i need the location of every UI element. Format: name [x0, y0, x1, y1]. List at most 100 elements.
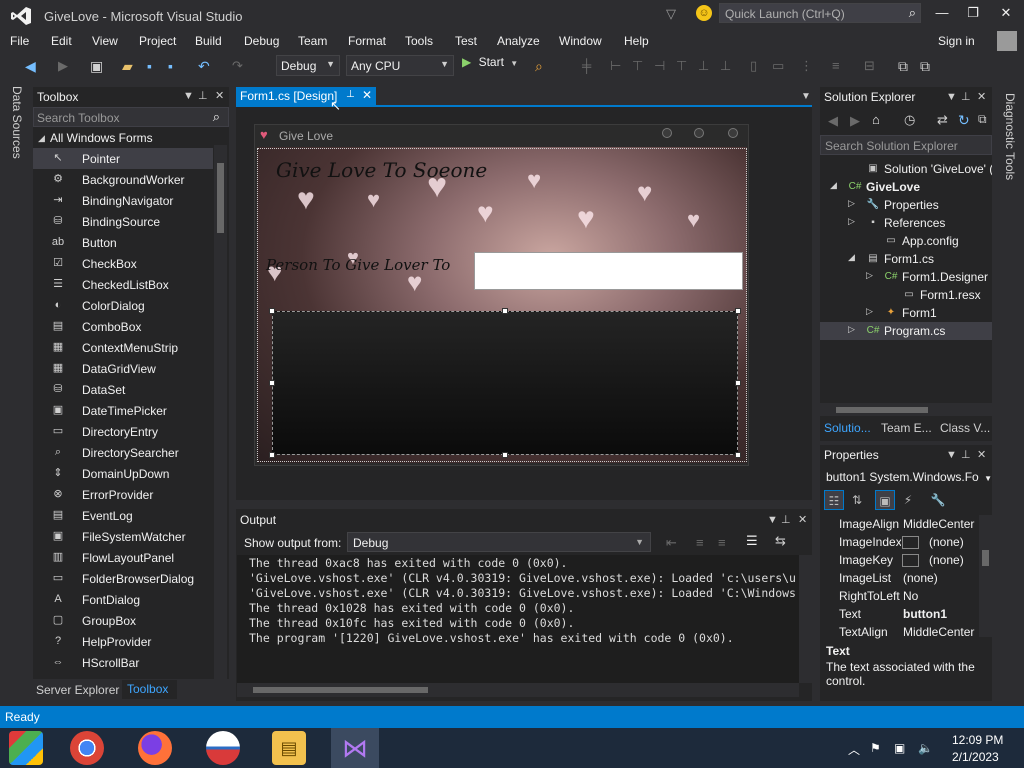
redo-icon[interactable]: ↷: [232, 58, 243, 74]
expand-icon[interactable]: ▷: [848, 324, 855, 335]
menu-build[interactable]: Build: [195, 34, 222, 48]
solution-item-form1[interactable]: ▷ ✦ Form1: [820, 304, 992, 322]
pin-icon[interactable]: ⊥: [198, 89, 208, 102]
toolbox-item-eventlog[interactable]: ▤ EventLog: [33, 505, 213, 526]
panel-menu-icon[interactable]: ▼: [183, 90, 194, 102]
solution-item-form1-resx[interactable]: ▭ Form1.resx: [820, 286, 992, 304]
property-value[interactable]: MiddleCenter: [903, 517, 974, 531]
open-file-icon[interactable]: ▰: [122, 58, 133, 75]
close-icon[interactable]: ✕: [798, 513, 807, 526]
property-value[interactable]: (none): [903, 571, 938, 585]
navigate-forward-icon[interactable]: ▶: [58, 58, 68, 74]
resize-handle[interactable]: [735, 452, 741, 458]
property-value[interactable]: No: [903, 589, 918, 603]
property-row-imagelist[interactable]: ImageList (none): [820, 569, 980, 587]
events-icon[interactable]: ⚡: [898, 490, 918, 510]
scrollbar-thumb[interactable]: [253, 687, 428, 693]
toolbox-scrollbar[interactable]: [214, 145, 227, 680]
chrome-icon[interactable]: [70, 731, 104, 765]
property-row-righttoleft[interactable]: RightToLeft No: [820, 587, 980, 605]
expand-icon[interactable]: ▷: [866, 306, 873, 317]
menu-project[interactable]: Project: [139, 34, 176, 48]
make-same-width-icon[interactable]: ▯: [750, 58, 757, 74]
pin-icon[interactable]: ⊥: [961, 90, 971, 103]
toolbox-item-checkedlistbox[interactable]: ☰ CheckedListBox: [33, 274, 213, 295]
toolbox-item-folderbrowserdialog[interactable]: ▭ FolderBrowserDialog: [33, 568, 213, 589]
navigate-back-icon[interactable]: ◀: [25, 58, 36, 75]
collapse-icon[interactable]: ◢: [848, 252, 855, 263]
menu-file[interactable]: File: [10, 34, 29, 48]
close-icon[interactable]: ✕: [977, 448, 986, 461]
resize-handle[interactable]: [735, 380, 741, 386]
toolbox-item-button[interactable]: ab Button: [33, 232, 213, 253]
obama-logo-icon[interactable]: [206, 731, 240, 765]
toolbox-item-checkbox[interactable]: ☑ CheckBox: [33, 253, 213, 274]
find-message-icon[interactable]: ⇤: [666, 535, 677, 551]
properties-icon[interactable]: ▣: [875, 490, 895, 510]
home-icon[interactable]: ⌂: [872, 112, 880, 127]
solution-item-program-cs[interactable]: ▷ C# Program.cs: [820, 322, 992, 340]
toolbox-item-bindingnavigator[interactable]: ⇥ BindingNavigator: [33, 190, 213, 211]
property-value[interactable]: (none): [929, 553, 964, 567]
bring-to-front-icon[interactable]: ⧉: [898, 58, 908, 75]
next-message-icon[interactable]: ≡: [718, 535, 726, 550]
menu-help[interactable]: Help: [624, 34, 649, 48]
tab-team-explorer[interactable]: Team E...: [881, 421, 932, 435]
toolbox-item-colordialog[interactable]: ◐ ColorDialog: [33, 295, 213, 316]
solution-horizontal-scrollbar[interactable]: [820, 403, 992, 416]
show-hidden-icons[interactable]: ︿: [848, 741, 860, 758]
toolbox-item-bindingsource[interactable]: ⛁ BindingSource: [33, 211, 213, 232]
property-row-text[interactable]: Text button1: [820, 605, 980, 623]
menu-window[interactable]: Window: [559, 34, 602, 48]
scrollbar-thumb[interactable]: [836, 407, 928, 413]
toolbox-search-input[interactable]: Search Toolbox ⌕: [33, 107, 229, 127]
categorized-icon[interactable]: ☷: [824, 490, 844, 510]
feedback-smiley-icon[interactable]: ☺: [696, 5, 712, 21]
resize-handle[interactable]: [502, 452, 508, 458]
menu-format[interactable]: Format: [348, 34, 386, 48]
toolbox-item-fontdialog[interactable]: A FontDialog: [33, 589, 213, 610]
save-all-icon[interactable]: ▪: [168, 58, 173, 74]
form-maximize-button[interactable]: [694, 128, 704, 138]
form-close-button[interactable]: [728, 128, 738, 138]
scrollbar-thumb[interactable]: [982, 550, 989, 566]
toolbox-item-backgroundworker[interactable]: ⚙ BackgroundWorker: [33, 169, 213, 190]
toolbox-item-flowlayoutpanel[interactable]: ▥ FlowLayoutPanel: [33, 547, 213, 568]
toggle-word-wrap-icon[interactable]: ⇆: [775, 533, 786, 549]
solution-item-form1-cs[interactable]: ◢ ▤ Form1.cs: [820, 250, 992, 268]
toolbox-item-directoryentry[interactable]: ▭ DirectoryEntry: [33, 421, 213, 442]
resize-handle[interactable]: [735, 308, 741, 314]
toolbox-item-directorysearcher[interactable]: ⌕ DirectorySearcher: [33, 442, 213, 463]
output-source-dropdown[interactable]: Debug ▼: [347, 532, 651, 552]
network-icon[interactable]: ▣: [894, 741, 905, 755]
resize-handle[interactable]: [269, 380, 275, 386]
clock-time[interactable]: 12:09 PM: [952, 733, 1003, 747]
toolbox-item-helpprovider[interactable]: ? HelpProvider: [33, 631, 213, 652]
horizontal-spacing-icon[interactable]: ⋮: [800, 58, 813, 74]
menu-team[interactable]: Team: [298, 34, 327, 48]
save-icon[interactable]: ▪: [147, 58, 152, 74]
solution-item-properties[interactable]: ▷ 🔧 Properties: [820, 196, 992, 214]
new-project-icon[interactable]: ▣: [90, 58, 103, 75]
make-same-height-icon[interactable]: ▭: [772, 58, 784, 74]
align-middles-icon[interactable]: ⊥: [698, 58, 709, 74]
person-textbox[interactable]: [474, 252, 743, 290]
volume-icon[interactable]: 🔈: [918, 741, 933, 755]
align-grid-icon[interactable]: ╪: [582, 58, 591, 73]
send-to-back-icon[interactable]: ⧉: [920, 58, 930, 75]
form-minimize-button[interactable]: [662, 128, 672, 138]
clock-date[interactable]: 2/1/2023: [952, 750, 999, 764]
refresh-icon[interactable]: ↻: [958, 112, 970, 129]
solution-item-app-config[interactable]: ▭ App.config: [820, 232, 992, 250]
toolbox-item-contextmenustrip[interactable]: ▦ ContextMenuStrip: [33, 337, 213, 358]
close-button[interactable]: ✕: [994, 5, 1018, 23]
undo-icon[interactable]: ↶: [198, 58, 210, 75]
maximize-button[interactable]: ❐: [961, 5, 985, 23]
menu-tools[interactable]: Tools: [405, 34, 433, 48]
pin-icon[interactable]: ⊥: [346, 89, 355, 100]
toolbox-item-hscrollbar[interactable]: ⇔ HScrollBar: [33, 652, 213, 673]
align-bottoms-icon[interactable]: ⊥: [720, 58, 731, 74]
data-sources-tab[interactable]: Data Sources: [10, 86, 24, 159]
forward-icon[interactable]: ▶: [850, 113, 860, 129]
resize-handle[interactable]: [502, 308, 508, 314]
